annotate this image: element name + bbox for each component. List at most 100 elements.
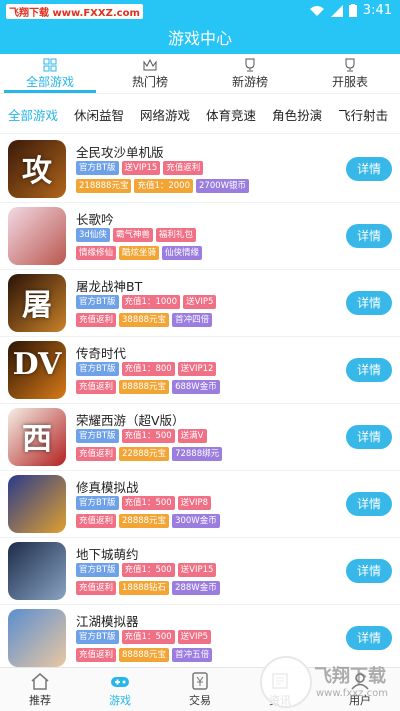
grid-icon <box>43 58 57 71</box>
tag-row: 情缘修仙 酷炫坐骑 仙侠情缘 <box>76 246 203 260</box>
feature-tag: 充值返利 <box>163 161 204 175</box>
feature-tag: 官方BT版 <box>76 496 119 510</box>
detail-button[interactable]: 详情 <box>346 492 392 516</box>
nav-recommend[interactable]: 推荐 <box>0 668 80 711</box>
feature-tag: 充值1：2000 <box>134 179 193 193</box>
tab-hot-rank[interactable]: 热门榜 <box>100 54 200 93</box>
tab-server-list[interactable]: 开服表 <box>300 54 400 93</box>
game-icon[interactable] <box>8 609 66 667</box>
feature-tag: 充值1：500 <box>121 630 175 644</box>
game-list-item[interactable]: 江湖模拟器 官方BT版 充值1：500 送VIP5 充值返利 88888元宝 首冲五倍 … <box>0 605 400 672</box>
nav-label: 交易 <box>189 693 211 707</box>
feature-tag: 仙侠情缘 <box>162 246 203 260</box>
tag-row: 官方BT版 充值1：800 送VIP12 <box>76 362 217 376</box>
feature-tag: 送VIP8 <box>177 496 212 510</box>
trophy-icon <box>245 58 255 71</box>
feature-tag: 送VIP12 <box>177 362 217 376</box>
feature-tag: 218888元宝 <box>76 179 132 193</box>
yen-icon <box>192 671 208 690</box>
tab-all-games[interactable]: 全部游戏 <box>0 54 100 93</box>
nav-trade[interactable]: 交易 <box>160 668 240 711</box>
game-icon-lettering: 西游 <box>22 422 52 457</box>
feature-tag: 充值1：500 <box>121 429 175 443</box>
game-name: 修真模拟战 <box>76 480 139 495</box>
game-icon[interactable] <box>8 207 66 265</box>
tag-row: 充值返利 88888元宝 首冲五倍 <box>76 648 213 662</box>
game-icon[interactable] <box>8 475 66 533</box>
nav-user[interactable]: 用户 <box>320 668 400 711</box>
feature-tag: 88888元宝 <box>119 380 170 394</box>
feature-tag: 88888元宝 <box>119 648 170 662</box>
feature-tag: 300W金币 <box>172 514 220 528</box>
feature-tag: 送满V <box>177 429 207 443</box>
detail-button[interactable]: 详情 <box>346 559 392 583</box>
detail-button[interactable]: 详情 <box>346 291 392 315</box>
game-icon-lettering: DV <box>12 347 62 382</box>
game-list-item[interactable]: DV 传奇时代 官方BT版 充值1：800 送VIP12 充值返利 88888元宝 68… <box>0 337 400 404</box>
game-icon[interactable]: 屠 <box>8 274 66 332</box>
detail-button[interactable]: 详情 <box>346 425 392 449</box>
feature-tag: 首冲四倍 <box>172 313 213 327</box>
feature-tag: 3d仙侠 <box>76 228 110 242</box>
feature-tag: 72888绑元 <box>172 447 223 461</box>
tab-label: 新游榜 <box>231 74 268 89</box>
nav-label: 用户 <box>349 693 371 707</box>
feature-tag: 官方BT版 <box>76 563 119 577</box>
feature-tag: 送VIP15 <box>177 563 217 577</box>
feature-tag: 充值返利 <box>76 514 117 528</box>
feature-tag: 688W金币 <box>172 380 220 394</box>
feature-tag: 充值返利 <box>76 581 117 595</box>
feature-tag: 2700W银币 <box>196 179 250 193</box>
gamepad-icon <box>111 676 129 687</box>
tag-row: 官方BT版 充值1：500 送VIP8 <box>76 496 212 510</box>
game-list-item[interactable]: 西游 荣耀西游（超V版） 官方BT版充值1：500送满V 充值返利22888元宝… <box>0 404 400 471</box>
game-name: 全民攻沙单机版 <box>76 145 164 160</box>
feature-tag: 充值返利 <box>76 380 117 394</box>
category-tab[interactable]: 网络游戏 <box>132 100 198 133</box>
nav-label: 推荐 <box>29 693 51 707</box>
clock: 3:41 <box>362 3 392 18</box>
feature-tag: 情缘修仙 <box>76 246 117 260</box>
nav-news[interactable]: 资讯 <box>240 668 320 711</box>
category-tab[interactable]: 体育竞速 <box>198 100 264 133</box>
tab-new-rank[interactable]: 新游榜 <box>200 54 300 93</box>
game-list-item[interactable]: 长歌吟 3d仙侠 霸气神兽 福利礼包 情缘修仙 酷炫坐骑 仙侠情缘 详情 <box>0 203 400 270</box>
game-icon[interactable]: DV <box>8 341 66 399</box>
game-icon-lettering: 攻沙 <box>22 154 52 189</box>
detail-button[interactable]: 详情 <box>346 358 392 382</box>
tag-row: 充值返利 88888元宝 688W金币 <box>76 380 220 394</box>
feature-tag: 22888元宝 <box>119 447 170 461</box>
detail-button[interactable]: 详情 <box>346 157 392 181</box>
feature-tag: 送VIP5 <box>183 295 217 309</box>
tag-row: 官方BT版 送VIP15 充值返利 <box>76 161 204 175</box>
tag-row: 官方BT版 充值1：500 送VIP15 <box>76 563 217 577</box>
game-list-item[interactable]: 地下城萌约 官方BT版 充值1：500 送VIP15 充值返利 18888钻石 288W… <box>0 538 400 605</box>
feature-tag: 充值返利 <box>76 648 117 662</box>
category-tab[interactable]: 全部游戏 <box>0 100 66 133</box>
status-bar: 飞翔下载 www.FXXZ.com 3:41 <box>0 0 400 24</box>
game-name: 江湖模拟器 <box>76 614 139 629</box>
detail-button[interactable]: 详情 <box>346 626 392 650</box>
feature-tag: 官方BT版 <box>76 429 119 443</box>
category-tab[interactable]: 角色扮演 <box>264 100 330 133</box>
nav-games[interactable]: 游戏 <box>80 668 160 711</box>
feature-tag: 官方BT版 <box>76 295 119 309</box>
game-name: 地下城萌约 <box>76 547 139 562</box>
game-list-item[interactable]: 屠 屠龙战神BT 官方BT版 充值1：1000 送VIP5 充值返利 38888元宝首… <box>0 270 400 337</box>
game-name: 荣耀西游（超V版） <box>76 413 185 428</box>
site-watermark: 飞翔下载 www.FXXZ.com <box>6 4 143 19</box>
category-tab[interactable]: 飞行射击 <box>330 100 396 133</box>
detail-button[interactable]: 详情 <box>346 224 392 248</box>
signal-icon <box>330 4 343 17</box>
game-list: 攻沙 全民攻沙单机版 官方BT版送VIP15充值返利 218888元宝充值1：2… <box>0 136 400 672</box>
game-icon[interactable] <box>8 542 66 600</box>
game-list-item[interactable]: 攻沙 全民攻沙单机版 官方BT版送VIP15充值返利 218888元宝充值1：2… <box>0 136 400 203</box>
category-tab[interactable]: 休闲益智 <box>66 100 132 133</box>
tag-row: 充值返利 38888元宝 首冲四倍 <box>76 313 213 327</box>
game-icon[interactable]: 西游 <box>8 408 66 466</box>
feature-tag: 288W金币 <box>172 581 220 595</box>
game-icon[interactable]: 攻沙 <box>8 140 66 198</box>
feature-tag: 酷炫坐骑 <box>119 246 160 260</box>
game-list-item[interactable]: 修真模拟战 官方BT版 充值1：500 送VIP8 充值返利 28888元宝 300W金… <box>0 471 400 538</box>
tag-row: 3d仙侠 霸气神兽 福利礼包 <box>76 228 196 242</box>
